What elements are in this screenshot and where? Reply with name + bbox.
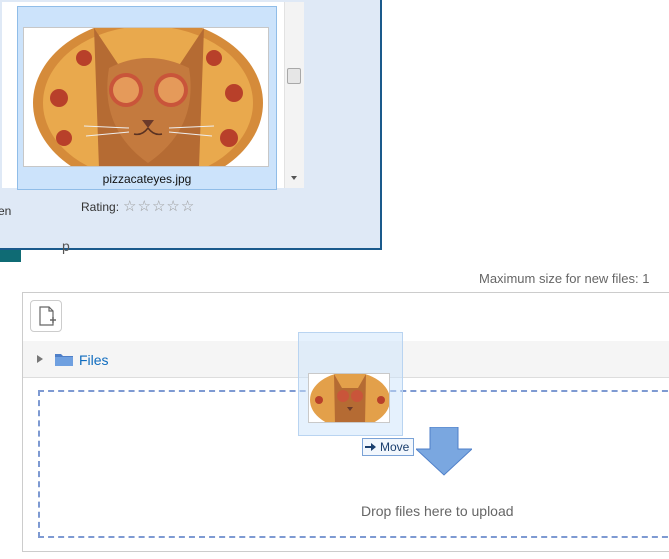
file-thumbnail — [23, 27, 269, 167]
star-icon[interactable]: ☆ — [152, 199, 165, 214]
folder-link-files[interactable]: Files — [79, 352, 109, 368]
drag-preview — [298, 332, 403, 436]
drop-arrow-icon — [416, 427, 472, 476]
vertical-scrollbar[interactable] — [284, 2, 304, 188]
star-icon[interactable]: ☆ — [137, 199, 150, 214]
drag-thumbnail — [308, 373, 390, 423]
scrollbar-thumb[interactable] — [287, 68, 301, 84]
move-arrow-icon — [365, 442, 377, 452]
background-text-fragment: p — [62, 238, 70, 254]
move-badge: Move — [362, 438, 415, 456]
add-file-icon — [39, 306, 56, 326]
cat-pizza-image — [24, 28, 268, 166]
rating-stars[interactable]: ☆ ☆ ☆ ☆ ☆ — [123, 199, 194, 214]
file-item-selected[interactable]: pizzacateyes.jpg — [17, 6, 277, 190]
star-icon[interactable]: ☆ — [181, 199, 194, 214]
rating-field[interactable]: Rating: ☆ ☆ ☆ ☆ ☆ — [81, 199, 194, 214]
details-label-fragment: en — [0, 204, 12, 218]
file-explorer-window: pizzacateyes.jpg en Rating: ☆ ☆ ☆ ☆ ☆ — [0, 0, 382, 250]
star-icon[interactable]: ☆ — [166, 199, 179, 214]
background-button-fragment — [0, 250, 21, 262]
cat-pizza-image — [309, 374, 389, 422]
star-icon[interactable]: ☆ — [123, 199, 136, 214]
move-label: Move — [380, 440, 410, 454]
add-file-button[interactable] — [30, 300, 62, 332]
max-file-size-label: Maximum size for new files: 1 — [479, 271, 650, 286]
drop-files-text: Drop files here to upload — [361, 503, 514, 519]
file-list-pane: pizzacateyes.jpg — [2, 2, 284, 190]
folder-icon — [55, 354, 73, 366]
rating-label: Rating: — [81, 199, 120, 214]
file-name-label: pizzacateyes.jpg — [102, 172, 192, 186]
scroll-down-arrow-icon[interactable] — [291, 176, 297, 180]
tree-toggle-icon[interactable] — [37, 355, 43, 363]
